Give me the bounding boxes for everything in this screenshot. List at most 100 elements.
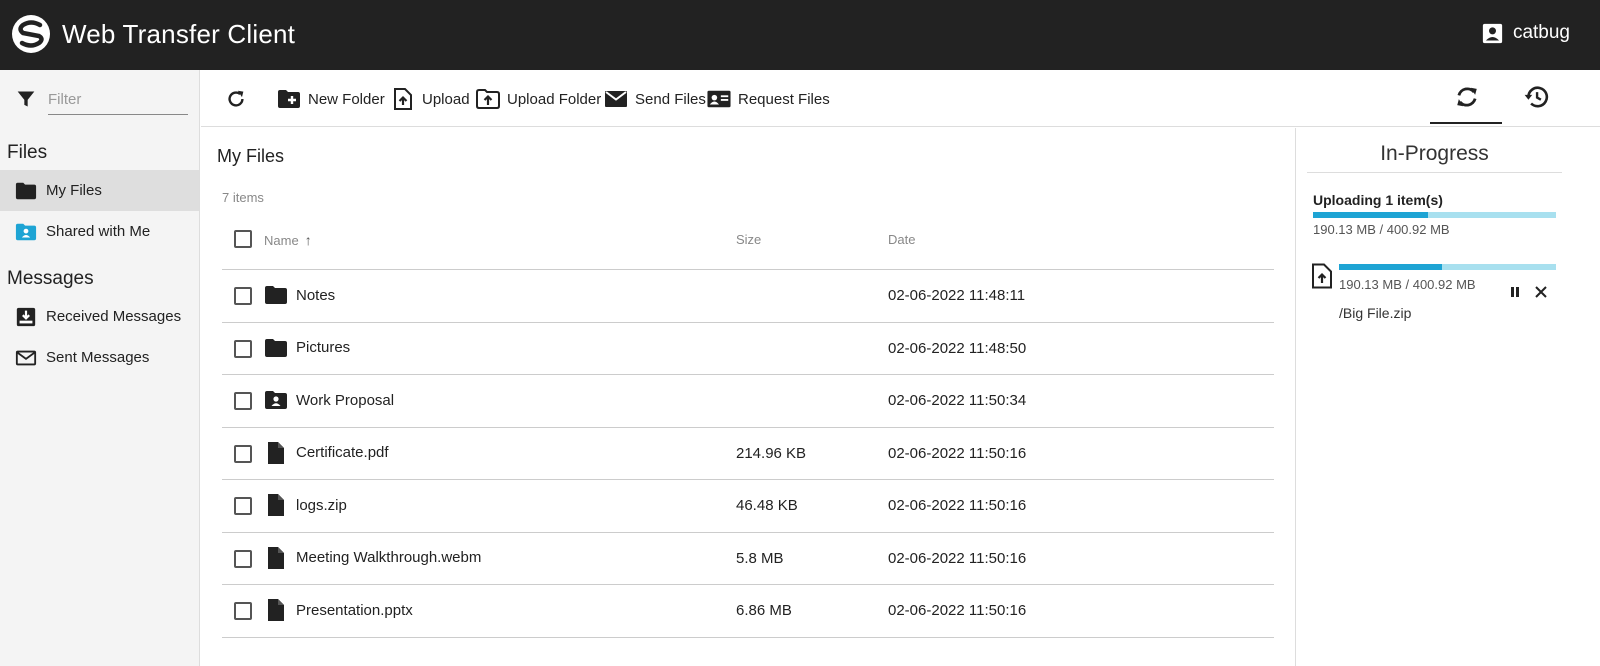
sync-icon[interactable] bbox=[1454, 84, 1480, 110]
file-icon bbox=[268, 599, 284, 621]
contact-card-icon bbox=[707, 90, 731, 108]
sidebar-item-label: Sent Messages bbox=[46, 349, 150, 366]
row-checkbox[interactable] bbox=[234, 339, 252, 358]
shared-folder-icon bbox=[265, 391, 287, 409]
file-icon bbox=[268, 494, 284, 516]
row-checkbox[interactable] bbox=[234, 444, 252, 463]
file-date: 02-06-2022 11:50:16 bbox=[888, 444, 1027, 462]
row-checkbox[interactable] bbox=[234, 392, 252, 410]
files-heading: Files bbox=[7, 142, 48, 163]
size-column-header[interactable]: Size bbox=[736, 232, 761, 247]
new-folder-label: New Folder bbox=[308, 90, 385, 108]
envelope-icon bbox=[15, 350, 37, 365]
item-count: 7 items bbox=[222, 190, 264, 205]
shared-folder-icon bbox=[15, 223, 37, 240]
request-files-label: Request Files bbox=[738, 90, 830, 108]
upload-button[interactable]: Upload bbox=[391, 87, 470, 111]
page-title: My Files bbox=[217, 146, 284, 166]
upload-file-icon bbox=[1312, 263, 1332, 289]
file-name: Notes bbox=[296, 286, 336, 304]
row-checkbox[interactable] bbox=[234, 287, 252, 305]
file-name-cell[interactable]: logs.zip bbox=[264, 493, 347, 517]
file-name-cell[interactable]: Pictures bbox=[264, 336, 350, 360]
file-icon bbox=[268, 546, 284, 569]
file-name-cell[interactable]: Certificate.pdf bbox=[264, 441, 389, 465]
sidebar-item-label: Received Messages bbox=[46, 308, 182, 325]
table-row[interactable]: Pictures 02-06-2022 11:48:50 bbox=[222, 323, 1274, 375]
table-row[interactable]: Certificate.pdf 214.96 KB 02-06-2022 11:50… bbox=[222, 428, 1274, 480]
history-icon[interactable] bbox=[1523, 84, 1549, 110]
active-tab-indicator bbox=[1430, 122, 1502, 124]
filter-row bbox=[16, 88, 188, 115]
table-row[interactable]: Presentation.pptx 6.86 MB 02-06-2022 11:50… bbox=[222, 585, 1274, 638]
date-column-header[interactable]: Date bbox=[888, 232, 915, 247]
sidebar-item-sent-messages[interactable]: Sent Messages bbox=[0, 337, 199, 378]
refresh-icon[interactable] bbox=[225, 88, 247, 110]
messages-heading: Messages bbox=[7, 268, 94, 289]
file-size: 46.48 KB bbox=[736, 497, 798, 514]
file-name-cell[interactable]: Work Proposal bbox=[264, 388, 394, 412]
filter-icon bbox=[17, 91, 35, 107]
file-size: 6.86 MB bbox=[736, 602, 792, 619]
new-folder-icon bbox=[278, 90, 300, 108]
overall-progress-bar bbox=[1313, 212, 1556, 218]
name-column-header[interactable]: Name ↑ bbox=[264, 232, 312, 248]
sidebar-item-label: Shared with Me bbox=[46, 223, 151, 240]
file-name: Meeting Walkthrough.webm bbox=[296, 549, 482, 566]
send-files-button[interactable]: Send Files bbox=[604, 87, 706, 111]
file-name-cell[interactable]: Presentation.pptx bbox=[264, 598, 413, 622]
pause-icon[interactable] bbox=[1508, 285, 1522, 299]
file-name-cell[interactable]: Notes bbox=[264, 283, 335, 307]
sidebar-item-shared-with-me[interactable]: Shared with Me bbox=[0, 211, 199, 252]
table-row[interactable]: Notes 02-06-2022 11:48:11 bbox=[222, 270, 1274, 323]
table-row[interactable]: Work Proposal 02-06-2022 11:50:34 bbox=[222, 375, 1274, 428]
file-date: 02-06-2022 11:50:16 bbox=[888, 549, 1027, 567]
item-file-name: /Big File.zip bbox=[1339, 305, 1412, 321]
file-date: 02-06-2022 11:50:16 bbox=[888, 602, 1027, 619]
file-size: 5.8 MB bbox=[736, 549, 784, 567]
select-all-checkbox[interactable] bbox=[234, 230, 252, 248]
file-date: 02-06-2022 11:48:50 bbox=[888, 339, 1027, 357]
request-files-button[interactable]: Request Files bbox=[707, 87, 830, 111]
upload-file-icon bbox=[394, 88, 412, 110]
file-name: Pictures bbox=[296, 339, 351, 356]
overall-size-text: 190.13 MB / 400.92 MB bbox=[1313, 222, 1450, 237]
sort-ascending-icon: ↑ bbox=[304, 232, 312, 248]
mail-icon bbox=[605, 91, 627, 107]
table-row[interactable]: logs.zip 46.48 KB 02-06-2022 11:50:16 bbox=[222, 480, 1274, 533]
overall-progress-fill bbox=[1313, 212, 1429, 218]
upload-folder-label: Upload Folder bbox=[507, 90, 602, 108]
filter-input[interactable] bbox=[48, 88, 188, 115]
sidebar-item-received-messages[interactable]: Received Messages bbox=[0, 296, 199, 337]
sidebar-item-my-files[interactable]: My Files bbox=[0, 170, 199, 211]
toolbar: New Folder Upload Upload Folder Send Fil… bbox=[201, 70, 1600, 127]
item-size-text: 190.13 MB / 400.92 MB bbox=[1339, 277, 1476, 292]
file-icon bbox=[268, 441, 284, 464]
file-date: 02-06-2022 11:50:34 bbox=[888, 392, 1027, 409]
folder-icon bbox=[265, 286, 287, 304]
row-checkbox[interactable] bbox=[234, 602, 252, 620]
row-checkbox[interactable] bbox=[234, 497, 252, 515]
file-date: 02-06-2022 11:50:16 bbox=[888, 497, 1027, 514]
new-folder-button[interactable]: New Folder bbox=[277, 87, 385, 111]
file-size: 214.96 KB bbox=[736, 444, 807, 462]
item-progress-bar bbox=[1339, 264, 1556, 270]
folder-icon bbox=[265, 338, 287, 357]
user-icon bbox=[1482, 23, 1503, 43]
upload-status-label: Uploading 1 item(s) bbox=[1313, 192, 1443, 208]
file-name: logs.zip bbox=[296, 496, 347, 514]
user-menu[interactable]: catbug bbox=[1482, 22, 1570, 44]
file-name: Presentation.pptx bbox=[296, 601, 413, 619]
table-row[interactable]: Meeting Walkthrough.webm 5.8 MB 02-06-2022… bbox=[222, 533, 1274, 585]
name-header-label: Name bbox=[264, 233, 299, 248]
row-checkbox[interactable] bbox=[234, 549, 252, 568]
file-date: 02-06-2022 11:48:11 bbox=[888, 287, 1026, 304]
file-name: Certificate.pdf bbox=[296, 444, 389, 461]
top-bar: Web Transfer Client catbug bbox=[0, 0, 1600, 70]
user-name: catbug bbox=[1512, 22, 1570, 43]
file-name-cell[interactable]: Meeting Walkthrough.webm bbox=[264, 546, 481, 570]
upload-label: Upload bbox=[422, 90, 470, 108]
upload-folder-button[interactable]: Upload Folder bbox=[476, 87, 601, 111]
table-header: Name ↑ Size Date bbox=[222, 218, 1274, 270]
close-icon[interactable] bbox=[1534, 285, 1548, 299]
